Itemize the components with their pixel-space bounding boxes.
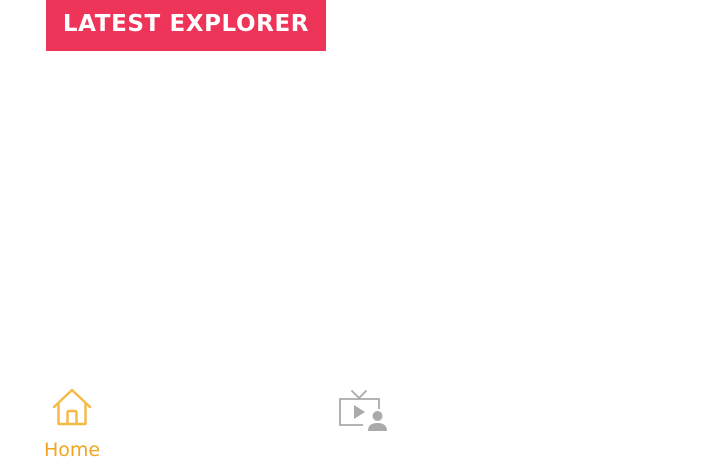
video-explorer-icon [339,390,387,431]
section-title: LATEST EXPLORER [62,10,310,37]
bottom-navigation-bar: Home [0,381,720,466]
section-title-banner: LATEST EXPLORER [46,0,326,51]
nav-item-home[interactable]: Home [36,381,108,466]
content-area [0,51,720,381]
home-icon [52,388,92,426]
nav-item-explorer[interactable] [333,381,395,466]
nav-item-home-label: Home [43,439,101,461]
